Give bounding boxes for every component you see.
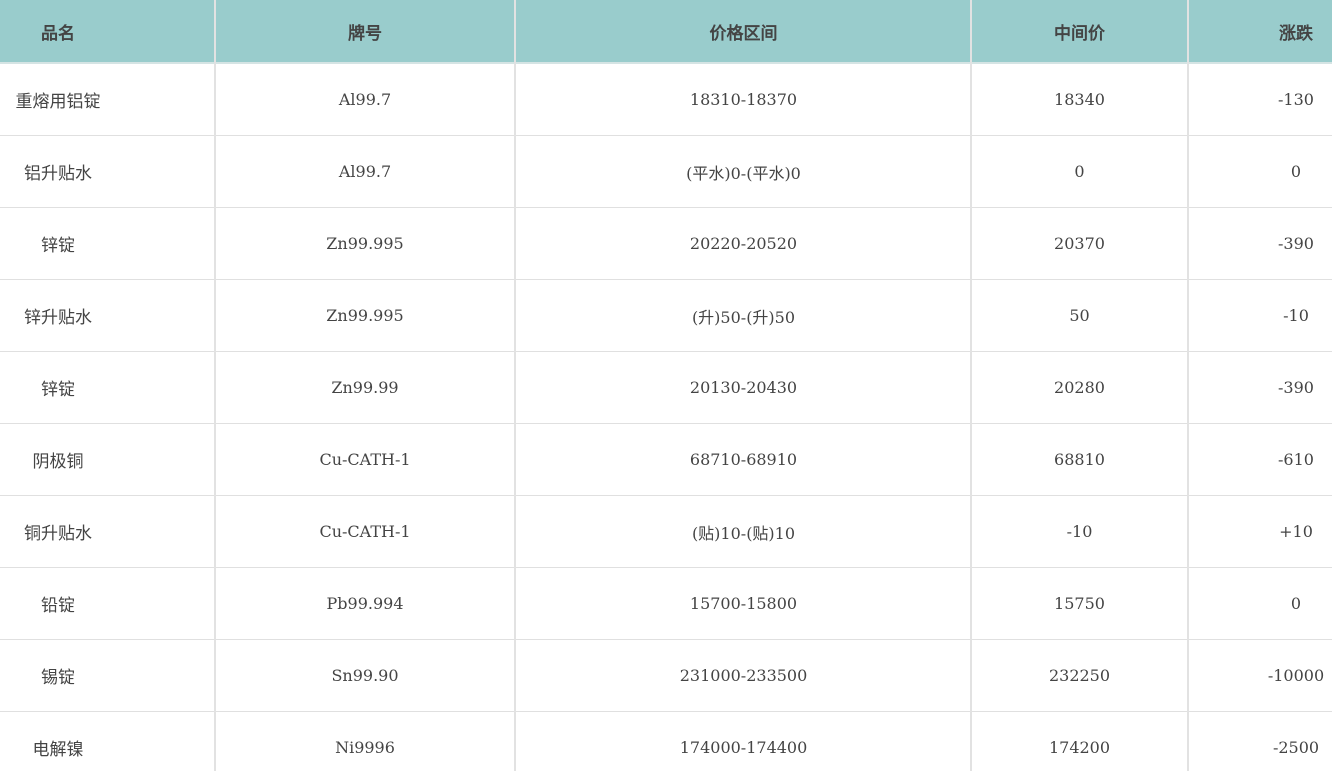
table-row: 电解镍 Ni9996 174000-174400 174200 -2500 (0, 712, 1332, 771)
cell-change: 0 (1290, 594, 1302, 613)
cell-mid-price: 0 (1074, 162, 1085, 181)
cell-product-name: 阴极铜 (32, 452, 84, 472)
cell-change: -130 (1278, 90, 1314, 109)
cell-price-range: 20130-20430 (689, 378, 798, 397)
cell-change: +10 (1279, 522, 1313, 541)
cell-product-name: 电解镍 (32, 740, 84, 760)
cell-price-range: (贴)10-(贴)10 (691, 523, 796, 543)
cell-price-range: 68710-68910 (689, 450, 798, 469)
cell-price-range: 18310-18370 (689, 90, 798, 109)
cell-product-name: 锌锭 (41, 236, 75, 256)
cell-change: -390 (1278, 378, 1314, 397)
column-divider (970, 0, 972, 771)
cell-price-range: 20220-20520 (689, 234, 798, 253)
cell-price-range: (升)50-(升)50 (691, 307, 796, 327)
cell-mid-price: 68810 (1054, 450, 1105, 469)
cell-product-name: 锌升贴水 (24, 308, 92, 328)
table-row: 锌锭 Zn99.99 20130-20430 20280 -390 (0, 352, 1332, 424)
cell-mid-price: 18340 (1054, 90, 1105, 109)
table-row: 锡锭 Sn99.90 231000-233500 232250 -10000 (0, 640, 1332, 712)
header-product-name: 品名 (41, 23, 75, 44)
cell-price-range: 15700-15800 (689, 594, 798, 613)
cell-change: -10000 (1267, 666, 1325, 685)
table-row: 铜升贴水 Cu-CATH-1 (贴)10-(贴)10 -10 +10 (0, 496, 1332, 568)
cell-mid-price: 50 (1069, 306, 1090, 325)
cell-price-range: 231000-233500 (679, 666, 808, 685)
table-header: 品名 牌号 价格区间 中间价 涨跌 (0, 0, 1332, 64)
cell-product-name: 铜升贴水 (24, 524, 92, 544)
table-row: 阴极铜 Cu-CATH-1 68710-68910 68810 -610 (0, 424, 1332, 496)
cell-grade: Zn99.99 (331, 378, 399, 397)
cell-price-range: (平水)0-(平水)0 (686, 163, 801, 183)
cell-grade: Zn99.995 (326, 234, 404, 253)
price-table: 品名 牌号 价格区间 中间价 涨跌 重熔用铝锭 Al99.7 18310-18370… (0, 0, 1332, 771)
cell-grade: Al99.7 (338, 90, 392, 109)
column-divider (1187, 0, 1189, 771)
cell-grade: Al99.7 (338, 162, 392, 181)
cell-product-name: 铅锭 (41, 596, 75, 616)
cell-change: -10 (1283, 306, 1309, 325)
cell-grade: Cu-CATH-1 (319, 522, 411, 541)
header-price-range: 价格区间 (709, 23, 778, 44)
table-row: 重熔用铝锭 Al99.7 18310-18370 18340 -130 (0, 64, 1332, 136)
cell-change: -610 (1278, 450, 1314, 469)
cell-change: 0 (1290, 162, 1302, 181)
table-row: 铝升贴水 Al99.7 (平水)0-(平水)0 0 0 (0, 136, 1332, 208)
cell-product-name: 锌锭 (41, 380, 75, 400)
cell-product-name: 锡锭 (41, 668, 75, 688)
cell-change: -390 (1278, 234, 1314, 253)
header-grade: 牌号 (348, 23, 382, 44)
cell-mid-price: 232250 (1048, 666, 1111, 685)
column-divider (514, 0, 516, 771)
cell-price-range: 174000-174400 (679, 738, 808, 757)
cell-mid-price: 15750 (1054, 594, 1105, 613)
cell-grade: Ni9996 (335, 738, 395, 757)
table-row: 锌升贴水 Zn99.995 (升)50-(升)50 50 -10 (0, 280, 1332, 352)
cell-product-name: 重熔用铝锭 (15, 92, 101, 112)
cell-grade: Sn99.90 (331, 666, 399, 685)
cell-grade: Zn99.995 (326, 306, 404, 325)
cell-change: -2500 (1272, 738, 1320, 757)
cell-grade: Pb99.994 (326, 594, 404, 613)
column-divider (214, 0, 216, 771)
cell-grade: Cu-CATH-1 (319, 450, 411, 469)
header-change: 涨跌 (1279, 23, 1313, 44)
cell-mid-price: -10 (1066, 522, 1093, 541)
table-row: 锌锭 Zn99.995 20220-20520 20370 -390 (0, 208, 1332, 280)
cell-mid-price: 20370 (1054, 234, 1105, 253)
cell-mid-price: 20280 (1054, 378, 1105, 397)
cell-mid-price: 174200 (1048, 738, 1111, 757)
cell-product-name: 铝升贴水 (24, 164, 92, 184)
header-mid-price: 中间价 (1054, 23, 1105, 44)
table-row: 铅锭 Pb99.994 15700-15800 15750 0 (0, 568, 1332, 640)
